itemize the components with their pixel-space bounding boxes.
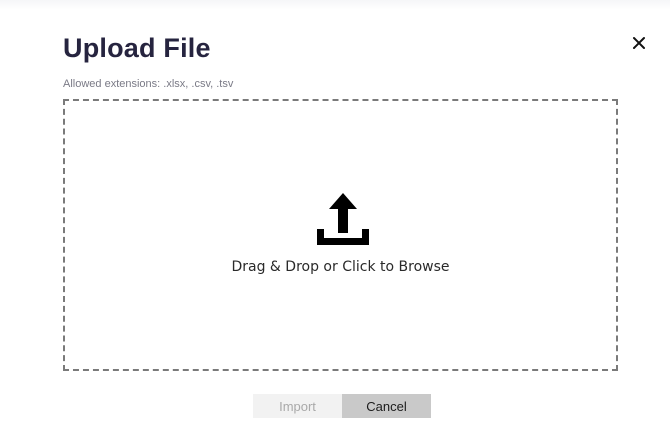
close-icon [633, 37, 645, 49]
file-drop-zone[interactable]: Drag & Drop or Click to Browse [63, 99, 618, 371]
drop-zone-label: Drag & Drop or Click to Browse [231, 259, 450, 275]
close-button[interactable] [630, 34, 650, 54]
upload-icon [317, 193, 369, 245]
import-button[interactable]: Import [253, 394, 342, 418]
upload-file-dialog: Upload File Allowed extensions: .xlsx, .… [0, 0, 670, 438]
dialog-title: Upload File [63, 33, 211, 63]
allowed-extensions-text: Allowed extensions: .xlsx, .csv, .tsv [63, 78, 234, 90]
dialog-top-edge [0, 0, 670, 10]
cancel-button[interactable]: Cancel [342, 394, 431, 418]
